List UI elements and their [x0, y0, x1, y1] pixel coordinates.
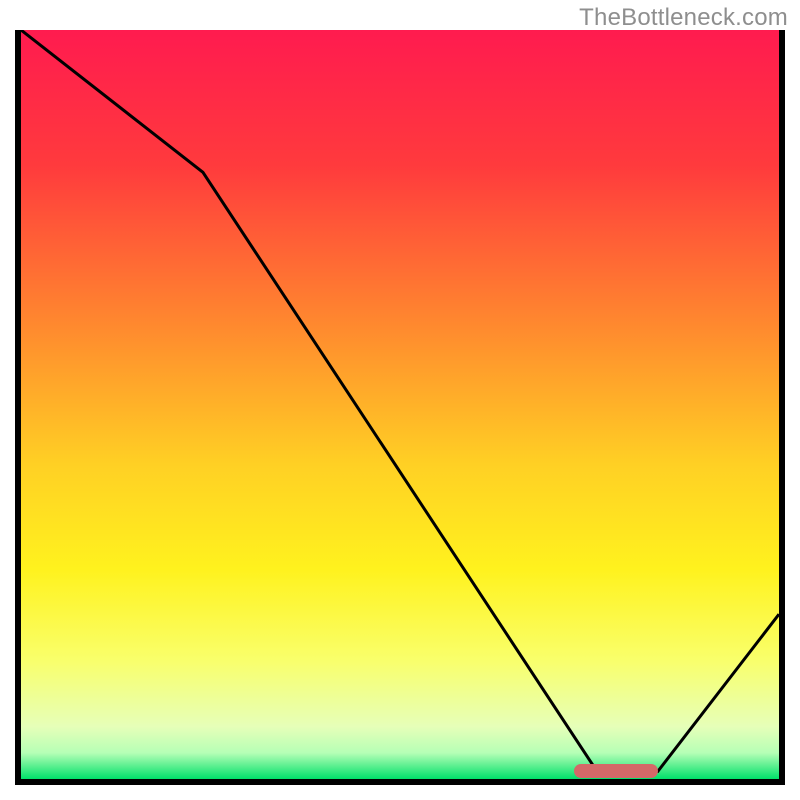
chart-frame	[15, 30, 785, 785]
optimal-range-marker	[574, 764, 657, 778]
watermark-text: TheBottleneck.com	[579, 4, 788, 32]
plot-area	[21, 30, 779, 779]
